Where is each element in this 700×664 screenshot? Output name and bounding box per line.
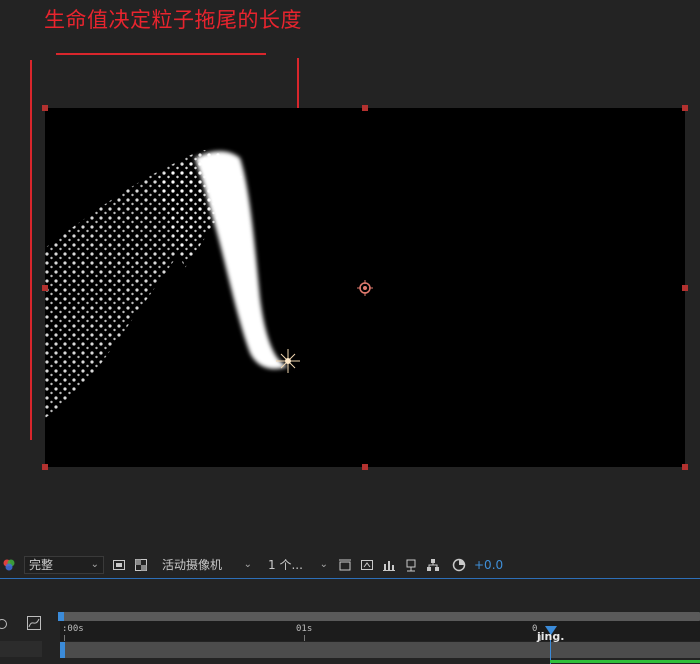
- show-snapshot-icon[interactable]: [382, 558, 396, 572]
- color-channel-icon[interactable]: [2, 558, 16, 572]
- fit-view-icon[interactable]: [112, 558, 126, 572]
- views-dropdown[interactable]: 1 个... ⌄: [264, 556, 332, 574]
- camera-dropdown[interactable]: 活动摄像机 ⌄: [158, 556, 256, 574]
- annotation-left-line: [30, 60, 32, 440]
- handle-top-left[interactable]: [42, 105, 48, 111]
- transparency-grid-icon[interactable]: [134, 558, 148, 572]
- handle-bottom-left[interactable]: [42, 464, 48, 470]
- exposure-value[interactable]: +0.0: [474, 558, 503, 572]
- layer-switches-column: [0, 641, 42, 657]
- tick-mark: [64, 635, 65, 641]
- snapshot-icon[interactable]: [360, 558, 374, 572]
- exposure-reset-icon[interactable]: [452, 558, 466, 572]
- resolution-dropdown[interactable]: 完整 ⌄: [24, 555, 104, 574]
- graph-editor-icon[interactable]: [26, 615, 42, 631]
- tick-label-0: :00s: [62, 624, 84, 634]
- chevron-down-icon: ⌄: [243, 559, 252, 570]
- views-value: 1 个...: [268, 558, 303, 572]
- chevron-down-icon: ⌄: [319, 559, 328, 570]
- camera-icon[interactable]: [0, 618, 8, 630]
- flowchart-icon[interactable]: [426, 558, 440, 572]
- work-area-start-handle[interactable]: [58, 612, 64, 621]
- tick-label-1: 01s: [296, 624, 313, 634]
- viewer-toolbar: 完整 ⌄ 活动摄像机 ⌄ 1 个... ⌄ +0.0: [0, 552, 700, 577]
- time-ruler[interactable]: :00s 01s 0: [60, 621, 700, 641]
- resolution-value: 完整: [29, 558, 54, 572]
- watermark: jing.: [537, 630, 565, 643]
- tick-mark: [304, 635, 305, 641]
- annotation-underline: [56, 53, 266, 55]
- layer-in-point-handle[interactable]: [60, 642, 65, 658]
- handle-top-right[interactable]: [682, 105, 688, 111]
- handle-middle-right[interactable]: [682, 285, 688, 291]
- handle-top-center[interactable]: [362, 105, 368, 111]
- particle-head: [195, 151, 288, 369]
- handle-bottom-center[interactable]: [362, 464, 368, 470]
- layer-duration-bar[interactable]: [60, 642, 700, 658]
- anchor-point-icon[interactable]: [357, 280, 373, 296]
- chevron-down-icon: ⌄: [90, 559, 99, 570]
- channel-icon[interactable]: [404, 558, 418, 572]
- handle-bottom-right[interactable]: [682, 464, 688, 470]
- annotation-label: 生命值决定粒子拖尾的长度: [44, 8, 302, 32]
- handle-middle-left[interactable]: [42, 285, 48, 291]
- work-area-bar[interactable]: [60, 612, 700, 621]
- render-cache-bar: [550, 660, 700, 663]
- camera-options-icon[interactable]: [338, 558, 352, 572]
- timeline-panel: :00s 01s 0 jing.: [0, 579, 700, 664]
- emitter-spark-icon: [276, 349, 300, 373]
- camera-value: 活动摄像机: [162, 558, 223, 572]
